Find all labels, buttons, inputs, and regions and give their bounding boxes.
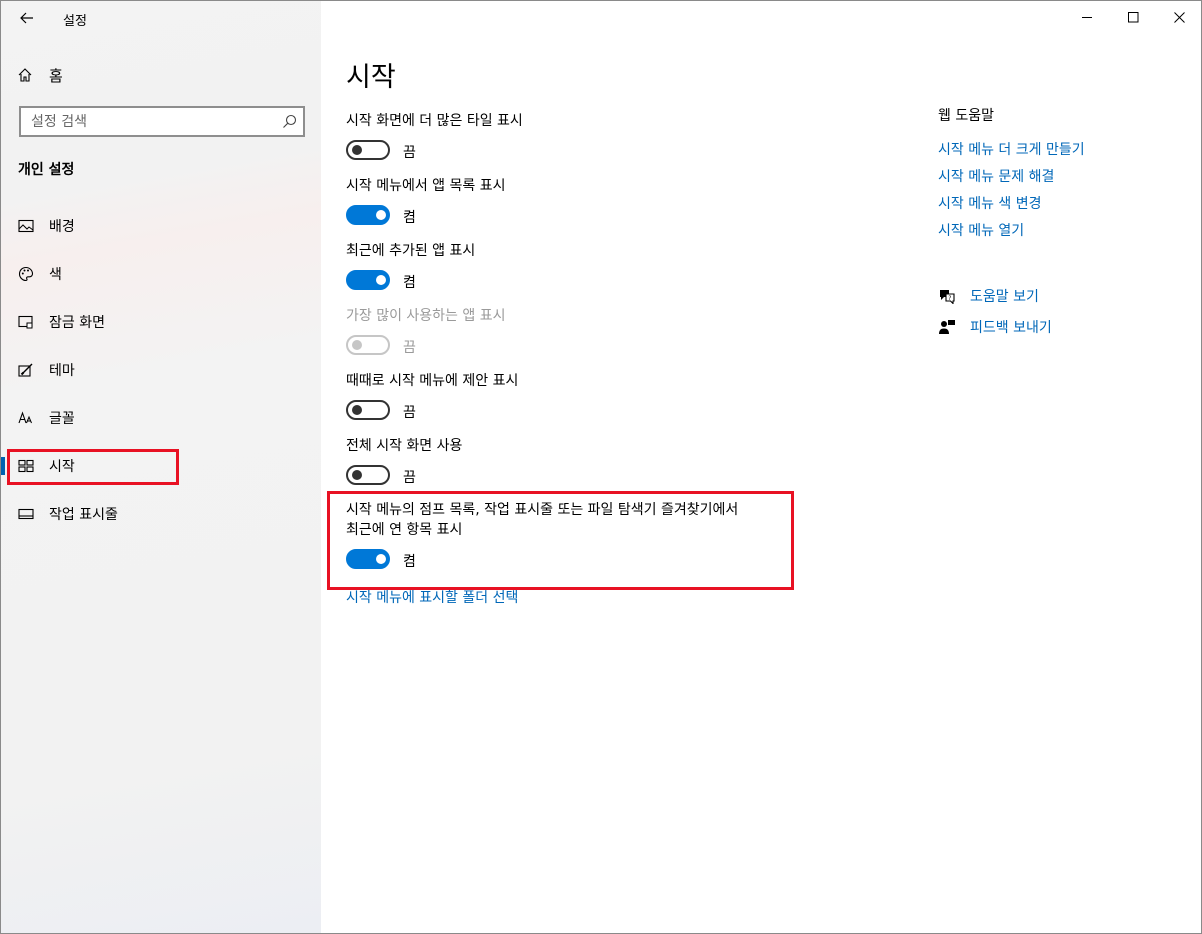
- palette-icon: [18, 266, 34, 282]
- highlight-box-nav: [7, 449, 179, 485]
- toggle-state: 끔: [403, 470, 416, 486]
- lock-screen-icon: [18, 315, 33, 329]
- choose-folders-link[interactable]: 시작 메뉴에 표시할 폴더 선택: [346, 587, 518, 607]
- toggle-app-list[interactable]: [346, 205, 390, 225]
- sidebar-item-themes[interactable]: 테마: [7, 352, 317, 388]
- setting-label: 때때로 시작 메뉴에 제안 표시: [346, 373, 519, 389]
- section-heading: 개인 설정: [18, 162, 75, 178]
- sidebar-item-fonts[interactable]: 글꼴: [7, 400, 317, 436]
- app-title: 설정: [63, 14, 87, 29]
- help-link[interactable]: 시작 메뉴 색 변경: [938, 193, 1042, 213]
- toggle-most-used: [346, 335, 390, 355]
- feedback-person-icon: [939, 320, 955, 334]
- close-icon: [1173, 11, 1185, 23]
- sidebar-item-taskbar[interactable]: 작업 표시줄: [7, 496, 317, 532]
- highlight-box-setting: [327, 491, 794, 590]
- help-link[interactable]: 시작 메뉴 더 크게 만들기: [938, 139, 1085, 159]
- toggle-state: 끔: [403, 145, 416, 161]
- sidebar-item-label: 작업 표시줄: [49, 507, 118, 523]
- toggle-more-tiles[interactable]: [346, 140, 390, 160]
- get-help-link[interactable]: ? 도움말 보기: [938, 286, 1039, 306]
- sidebar-item-background[interactable]: 배경: [7, 208, 317, 244]
- font-icon: [18, 411, 32, 424]
- help-link[interactable]: 시작 메뉴 열기: [938, 220, 1024, 240]
- setting-label: 전체 시작 화면 사용: [346, 438, 463, 454]
- send-feedback-link[interactable]: 피드백 보내기: [938, 317, 1052, 337]
- maximize-button[interactable]: [1110, 1, 1156, 33]
- search-input[interactable]: [31, 113, 271, 130]
- page-title: 시작: [346, 62, 396, 93]
- toggle-state: 끔: [403, 405, 416, 421]
- sidebar-item-label: 홈: [49, 66, 63, 85]
- send-feedback-label: 피드백 보내기: [970, 320, 1052, 336]
- setting-label: 시작 메뉴에서 앱 목록 표시: [346, 178, 506, 194]
- setting-label: 시작 화면에 더 많은 타일 표시: [346, 113, 523, 129]
- sidebar-item-label: 글꼴: [49, 411, 75, 427]
- maximize-icon: [1127, 11, 1138, 22]
- selection-indicator: [1, 457, 5, 475]
- home-icon: [18, 68, 32, 82]
- sidebar-item-label: 색: [49, 267, 62, 283]
- chat-help-icon: ?: [940, 290, 955, 304]
- close-button[interactable]: [1156, 1, 1202, 33]
- toggle-state: 켬: [403, 275, 416, 291]
- help-link[interactable]: 시작 메뉴 문제 해결: [938, 166, 1054, 186]
- toggle-suggestions[interactable]: [346, 400, 390, 420]
- arrow-left-icon: [20, 12, 33, 24]
- minimize-button[interactable]: [1064, 1, 1110, 33]
- image-icon: [18, 219, 34, 233]
- toggle-full-screen[interactable]: [346, 465, 390, 485]
- svg-text:?: ?: [948, 295, 951, 302]
- theme-brush-icon: [18, 363, 33, 377]
- search-box[interactable]: [19, 106, 305, 137]
- toggle-state: 끔: [403, 340, 416, 356]
- back-button[interactable]: [13, 5, 41, 31]
- toggle-state: 켬: [403, 210, 416, 226]
- sidebar-item-lock-screen[interactable]: 잠금 화면: [7, 304, 317, 340]
- sidebar-item-label: 배경: [49, 219, 75, 235]
- search-icon: [283, 114, 297, 128]
- taskbar-icon: [18, 508, 34, 520]
- help-title: 웹 도움말: [938, 108, 994, 124]
- setting-label: 최근에 추가된 앱 표시: [346, 243, 476, 259]
- sidebar-item-home[interactable]: 홈: [17, 63, 63, 87]
- setting-label: 가장 많이 사용하는 앱 표시: [346, 308, 506, 324]
- get-help-label: 도움말 보기: [970, 289, 1039, 305]
- sidebar-item-label: 테마: [49, 363, 75, 379]
- minimize-icon: [1081, 16, 1092, 18]
- toggle-recently-added[interactable]: [346, 270, 390, 290]
- sidebar-item-label: 잠금 화면: [49, 315, 105, 331]
- sidebar-item-color[interactable]: 색: [7, 256, 317, 292]
